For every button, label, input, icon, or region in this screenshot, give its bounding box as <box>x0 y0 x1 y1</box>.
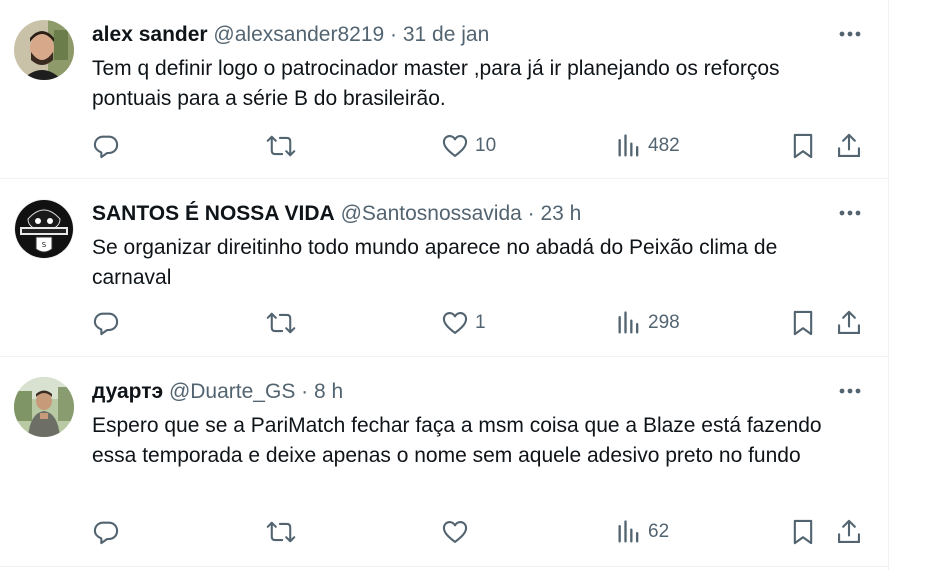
like-button[interactable]: 10 <box>441 126 496 166</box>
tweet-text: Tem q definir logo o patrocinador master… <box>92 57 780 110</box>
tweet[interactable]: S SANTOS É NOSSA VIDA @Santosnossavida ·… <box>0 179 888 357</box>
avatar[interactable] <box>14 20 74 80</box>
handle-and-time[interactable]: @alexsander8219 · 31 de jan <box>213 23 489 46</box>
retweet-button[interactable] <box>266 512 296 552</box>
view-count: 298 <box>648 312 680 333</box>
tweet-header: дуартэ @Duarte_GS · 8 h <box>92 378 343 406</box>
share-button[interactable] <box>835 126 863 166</box>
share-icon <box>835 309 863 337</box>
tweet-text: Se organizar direitinho todo mundo apare… <box>92 236 778 289</box>
reply-icon <box>92 132 120 160</box>
reply-button[interactable] <box>92 303 120 343</box>
like-button[interactable] <box>441 512 475 552</box>
tweet[interactable]: alex sander @alexsander8219 · 31 de jan … <box>0 0 888 179</box>
views-icon <box>616 518 642 546</box>
heart-icon <box>441 132 469 160</box>
tweet[interactable]: дуартэ @Duarte_GS · 8 h Espero que se a … <box>0 357 888 566</box>
like-count: 10 <box>475 135 497 156</box>
views-icon <box>616 309 642 337</box>
more-icon[interactable] <box>836 379 864 403</box>
retweet-icon <box>266 309 296 337</box>
like-button[interactable]: 1 <box>441 303 486 343</box>
bookmark-icon <box>790 309 816 337</box>
heart-icon <box>441 518 469 546</box>
bookmark-button[interactable] <box>790 512 816 552</box>
retweet-icon <box>266 518 296 546</box>
retweet-button[interactable] <box>266 126 296 166</box>
share-button[interactable] <box>835 512 863 552</box>
action-bar: 10 482 <box>80 126 870 166</box>
share-icon <box>835 132 863 160</box>
avatar[interactable]: S <box>14 199 74 259</box>
retweet-icon <box>266 132 296 160</box>
views-button[interactable]: 298 <box>616 303 680 343</box>
bookmark-button[interactable] <box>790 303 816 343</box>
action-bar: 1 298 <box>80 303 870 343</box>
reply-button[interactable] <box>92 126 120 166</box>
display-name[interactable]: дуартэ <box>92 380 163 403</box>
reply-button[interactable] <box>92 512 120 552</box>
reply-icon <box>92 309 120 337</box>
reply-icon <box>92 518 120 546</box>
views-icon <box>616 132 642 160</box>
view-count: 482 <box>648 135 680 156</box>
bookmark-icon <box>790 518 816 546</box>
handle-and-time[interactable]: @Duarte_GS · 8 h <box>169 380 343 403</box>
timeline: alex sander @alexsander8219 · 31 de jan … <box>0 0 889 570</box>
divider <box>0 566 888 567</box>
share-icon <box>835 518 863 546</box>
views-button[interactable]: 62 <box>616 512 669 552</box>
handle-and-time[interactable]: @Santosnossavida · 23 h <box>341 202 582 225</box>
avatar[interactable] <box>14 377 74 437</box>
action-bar: 62 <box>80 512 870 552</box>
share-button[interactable] <box>835 303 863 343</box>
more-icon[interactable] <box>836 201 864 225</box>
svg-text:S: S <box>42 241 47 249</box>
display-name[interactable]: SANTOS É NOSSA VIDA <box>92 202 335 225</box>
tweet-text: Espero que se a PariMatch fechar faça a … <box>92 414 822 467</box>
heart-icon <box>441 309 469 337</box>
tweet-header: SANTOS É NOSSA VIDA @Santosnossavida · 2… <box>92 200 581 228</box>
tweet-header: alex sander @alexsander8219 · 31 de jan <box>92 21 489 49</box>
like-count: 1 <box>475 312 486 333</box>
display-name[interactable]: alex sander <box>92 23 208 46</box>
bookmark-button[interactable] <box>790 126 816 166</box>
views-button[interactable]: 482 <box>616 126 680 166</box>
view-count: 62 <box>648 521 670 542</box>
bookmark-icon <box>790 132 816 160</box>
retweet-button[interactable] <box>266 303 296 343</box>
more-icon[interactable] <box>836 22 864 46</box>
